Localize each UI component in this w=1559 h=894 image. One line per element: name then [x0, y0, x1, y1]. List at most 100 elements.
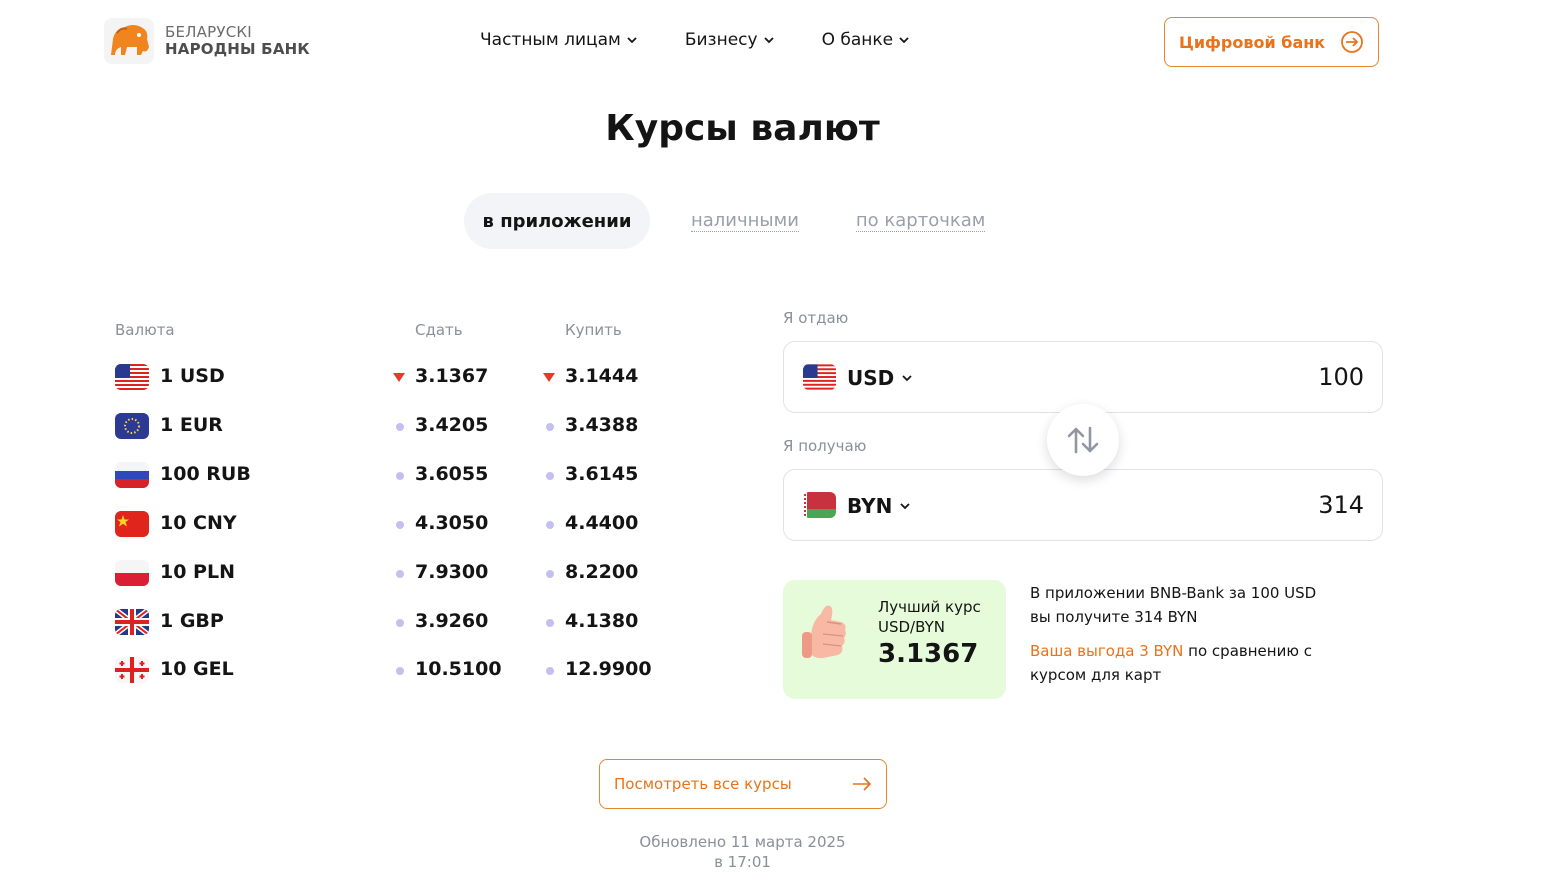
buy-rate: 12.9900 — [565, 658, 652, 680]
brand-name: БЕЛАРУСКІ НАРОДНЫ БАНК — [165, 24, 310, 58]
nav-about-bank[interactable]: О банке — [822, 30, 910, 50]
trend-flat-icon — [396, 667, 404, 675]
chevron-down-icon — [763, 36, 774, 43]
currency-label: 100 RUB — [160, 463, 251, 485]
sell-rate: 10.5100 — [415, 658, 502, 680]
tab-in-app[interactable]: в приложении — [464, 193, 650, 249]
currency-label: 1 GBP — [160, 610, 224, 632]
swap-currencies-button[interactable] — [1047, 404, 1119, 476]
buy-rate: 3.1444 — [565, 365, 639, 387]
trend-flat-icon — [396, 423, 404, 431]
buy-rate: 4.4400 — [565, 512, 639, 534]
trend-flat-icon — [546, 667, 554, 675]
buy-rate: 4.1380 — [565, 610, 639, 632]
digital-bank-button[interactable]: Цифровой банк — [1164, 17, 1379, 67]
main-nav: Частным лицам Бизнесу О банке — [480, 30, 909, 50]
trend-flat-icon — [546, 619, 554, 627]
digital-bank-label: Цифровой банк — [1179, 32, 1326, 52]
bank-logo[interactable]: БЕЛАРУСКІ НАРОДНЫ БАНК — [103, 17, 310, 65]
tab-cards[interactable]: по карточкам — [855, 210, 986, 232]
chevron-down-icon — [902, 374, 912, 381]
nav-private-persons[interactable]: Частным лицам — [480, 30, 637, 50]
chevron-down-icon — [627, 36, 637, 43]
get-currency: BYN — [847, 494, 893, 518]
us-flag-icon — [803, 364, 836, 390]
trend-flat-icon — [546, 423, 554, 431]
updated-timestamp: Обновлено 11 марта 2025 в 17:01 — [0, 832, 1485, 872]
sell-rate: 3.1367 — [415, 365, 489, 387]
rate-type-tabs: в приложении наличными по карточкам — [464, 193, 986, 249]
nav-label: Частным лицам — [480, 30, 621, 50]
gb-flag-icon — [115, 609, 149, 635]
ge-flag-icon — [115, 657, 149, 683]
buy-rate: 8.2200 — [565, 561, 639, 583]
get-amount-input[interactable] — [1164, 491, 1364, 519]
brand-line-1: БЕЛАРУСКІ — [165, 23, 252, 41]
best-rate-label: Лучший курс USD/BYN — [878, 598, 981, 636]
brand-line-2: НАРОДНЫ БАНК — [165, 40, 310, 58]
view-all-label: Посмотреть все курсы — [614, 775, 792, 793]
rate-row-rub: 100 RUB 3.6055 3.6145 — [115, 460, 675, 492]
get-field: BYN — [783, 469, 1383, 541]
best-rate-value: 3.1367 — [878, 639, 979, 669]
give-currency: USD — [847, 366, 895, 390]
page-title: Курсы валют — [605, 108, 880, 149]
rate-row-eur: 1 EUR 3.4205 3.4388 — [115, 411, 675, 443]
trend-flat-icon — [546, 521, 554, 529]
sell-rate: 4.3050 — [415, 512, 489, 534]
trend-down-icon — [393, 373, 405, 382]
currency-label: 1 USD — [160, 365, 225, 387]
currency-label: 10 PLN — [160, 561, 235, 583]
trend-flat-icon — [546, 472, 554, 480]
get-currency-select[interactable]: BYN — [847, 494, 911, 518]
chevron-down-icon — [899, 36, 909, 43]
sell-rate: 3.9260 — [415, 610, 489, 632]
trend-flat-icon — [396, 619, 404, 627]
give-currency-select[interactable]: USD — [847, 366, 912, 390]
buy-rate: 3.4388 — [565, 414, 639, 436]
updated-date: Обновлено 11 марта 2025 — [639, 833, 846, 851]
arrow-right-icon — [853, 777, 872, 791]
view-all-rates-button[interactable]: Посмотреть все курсы — [599, 759, 887, 809]
ru-flag-icon — [115, 462, 149, 488]
rate-row-gel: 10 GEL 10.5100 12.9900 — [115, 655, 675, 687]
trend-flat-icon — [396, 472, 404, 480]
nav-label: О банке — [821, 30, 894, 50]
best-rate-card: Лучший курс USD/BYN 3.1367 — [783, 580, 1006, 699]
savings-amount: Ваша выгода 3 BYN — [1030, 642, 1184, 660]
currency-label: 10 CNY — [160, 512, 237, 534]
get-label: Я получаю — [783, 437, 867, 455]
sell-rate: 3.4205 — [415, 414, 489, 436]
sell-rate: 7.9300 — [415, 561, 489, 583]
eu-flag-icon — [115, 413, 149, 439]
rate-row-cny: 10 CNY 4.3050 4.4400 — [115, 509, 675, 541]
give-label: Я отдаю — [783, 309, 849, 327]
trend-flat-icon — [396, 570, 404, 578]
header-currency: Валюта — [115, 321, 175, 339]
login-arrow-icon — [1341, 31, 1363, 53]
chevron-down-icon — [900, 502, 911, 509]
savings-info: Ваша выгода 3 BYN по сравнению с курсом … — [1030, 639, 1330, 687]
trend-down-icon — [543, 373, 555, 382]
us-flag-icon — [115, 364, 149, 390]
give-amount-input[interactable] — [1164, 363, 1364, 391]
header-buy: Купить — [565, 321, 622, 339]
pl-flag-icon — [115, 560, 149, 586]
trend-flat-icon — [396, 521, 404, 529]
cn-flag-icon — [115, 511, 149, 537]
updated-time: в 17:01 — [714, 853, 771, 871]
currency-label: 10 GEL — [160, 658, 234, 680]
buy-rate: 3.6145 — [565, 463, 639, 485]
rate-row-gbp: 1 GBP 3.9260 4.1380 — [115, 607, 675, 639]
give-field: USD — [783, 341, 1383, 413]
thumbs-up-icon — [797, 598, 851, 670]
trend-flat-icon — [546, 570, 554, 578]
lion-logo-icon — [103, 17, 155, 65]
rate-row-pln: 10 PLN 7.9300 8.2200 — [115, 558, 675, 590]
tab-cash[interactable]: наличными — [691, 210, 799, 232]
currency-label: 1 EUR — [160, 414, 223, 436]
conversion-info: В приложении BNB-Bank за 100 USD вы полу… — [1030, 584, 1317, 626]
swap-arrows-icon — [1067, 426, 1099, 454]
nav-business[interactable]: Бизнесу — [685, 30, 774, 50]
nav-label: Бизнесу — [684, 30, 758, 50]
